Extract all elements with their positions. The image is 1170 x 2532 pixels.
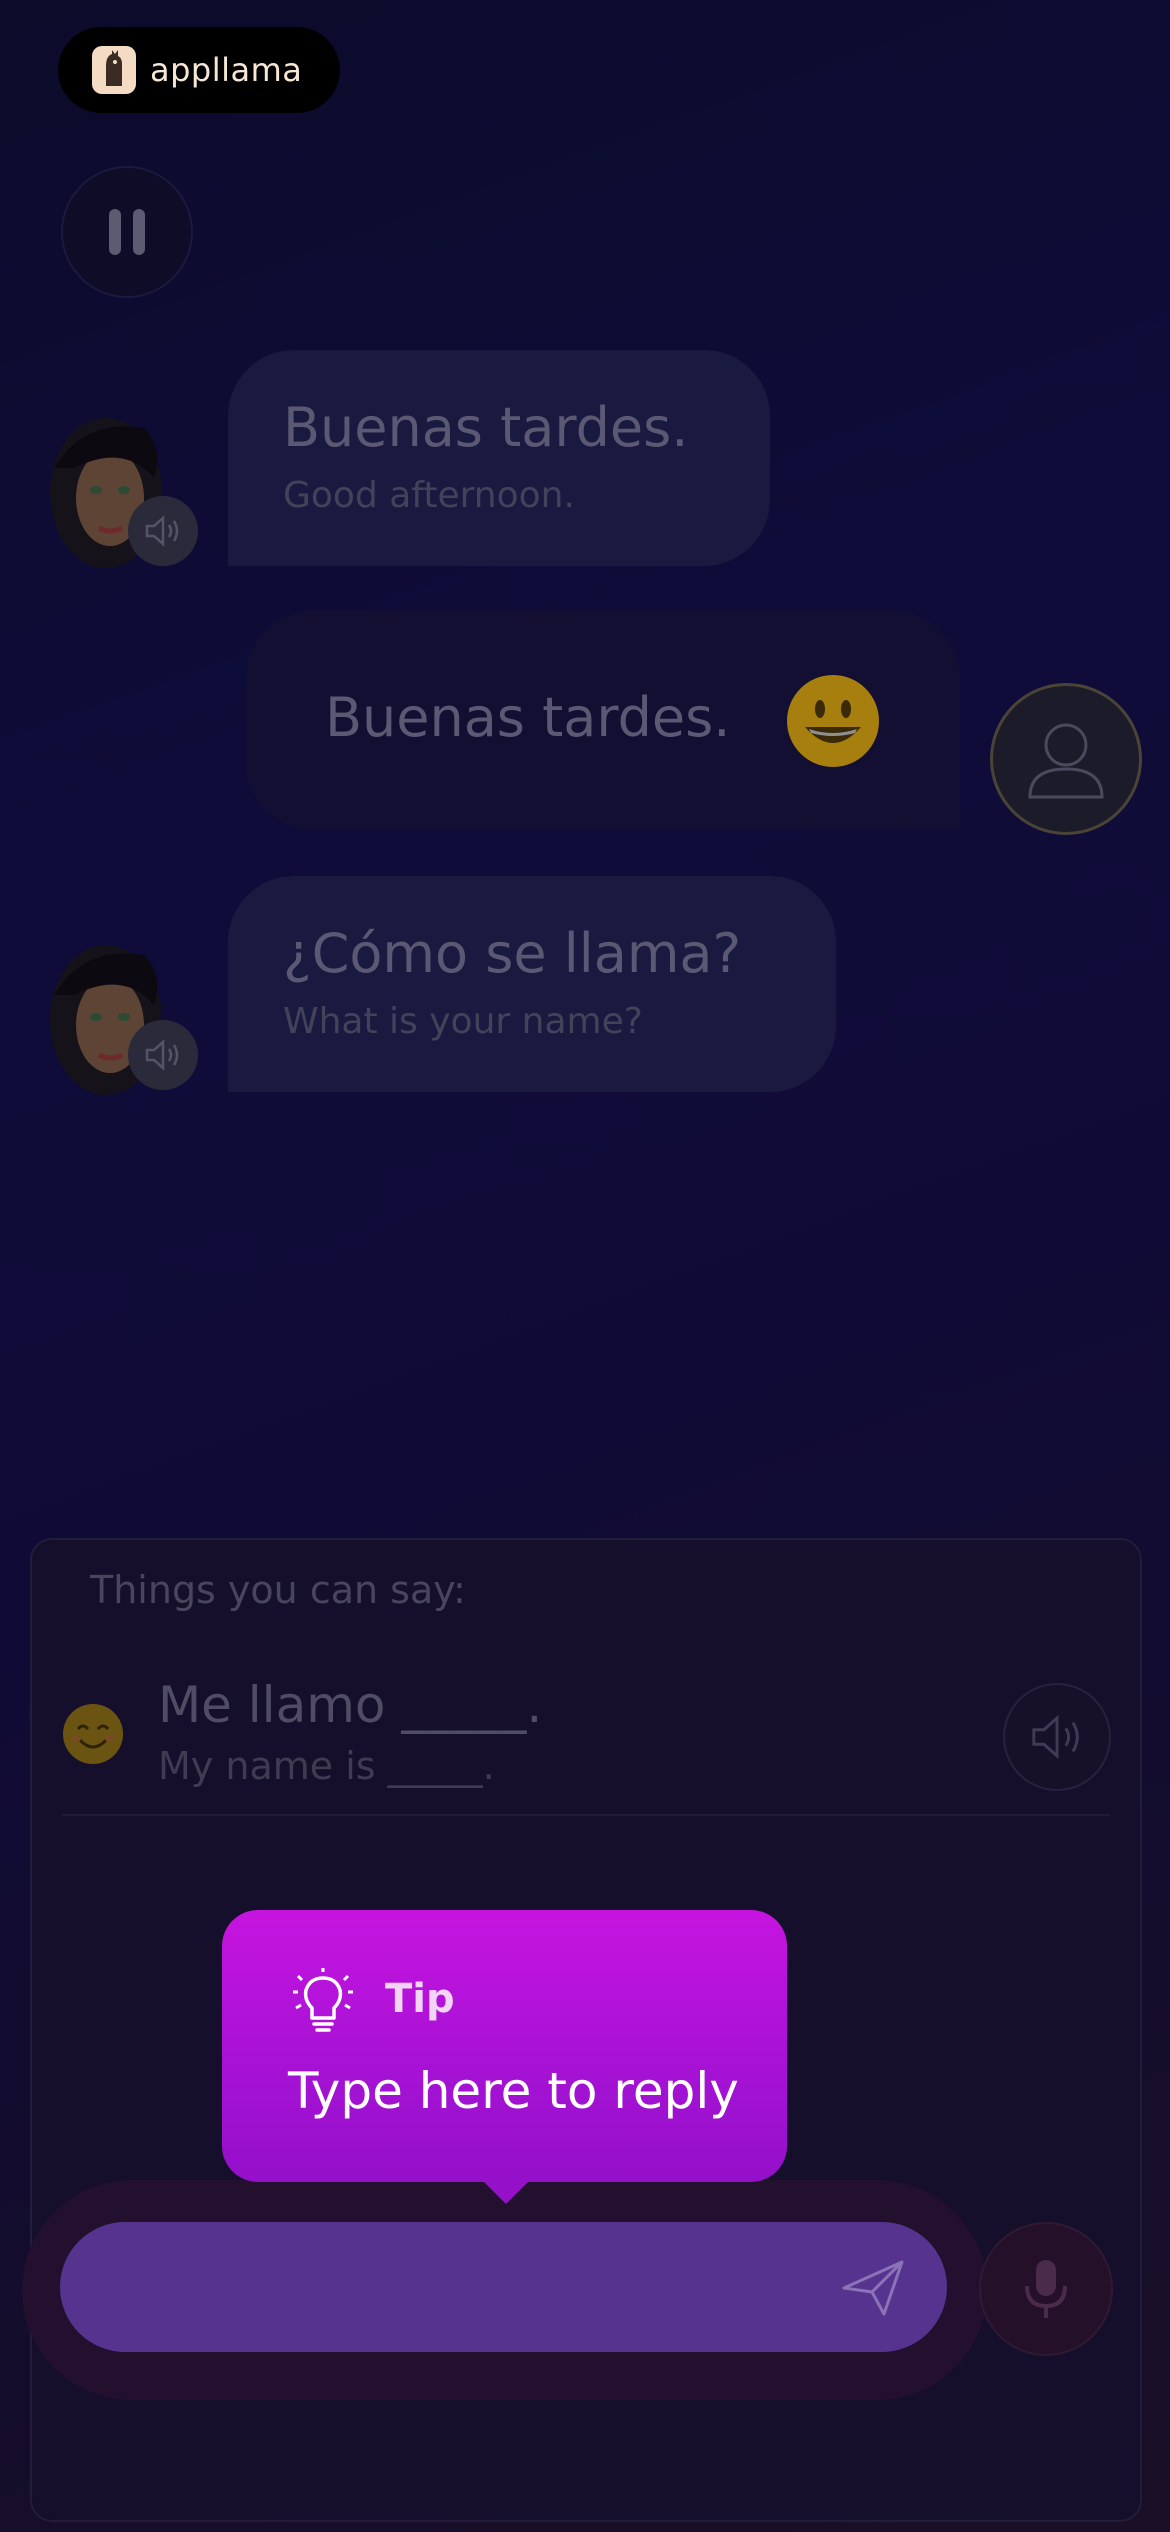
tip-label: Tip — [385, 1976, 455, 2022]
microphone-button[interactable] — [979, 2222, 1113, 2356]
smiling-face-emoji — [63, 1704, 123, 1764]
pause-button[interactable] — [61, 166, 193, 298]
message-translation: What is your name? — [283, 1001, 643, 1042]
user-icon — [1028, 723, 1104, 799]
pause-icon — [109, 209, 121, 255]
user-avatar — [990, 683, 1142, 835]
speaker-icon — [145, 515, 179, 547]
divider — [62, 1814, 1110, 1816]
llama-logo-icon — [92, 46, 136, 94]
tip-arrow — [480, 2178, 532, 2204]
app-logo: appllama — [58, 27, 340, 113]
lightbulb-icon — [293, 1968, 353, 2032]
message-text: Buenas tardes. — [283, 396, 689, 459]
send-icon[interactable] — [840, 2258, 906, 2318]
user-message-bubble: Buenas tardes. — [245, 610, 960, 830]
tutor-message-bubble: ¿Cómo se llama? What is your name? — [228, 876, 836, 1092]
microphone-icon — [1025, 2260, 1067, 2318]
tutor-message-bubble: Buenas tardes. Good afternoon. — [228, 350, 770, 566]
suggestions-title: Things you can say: — [90, 1568, 466, 1612]
reply-input[interactable] — [60, 2222, 947, 2352]
suggestion-play-audio-button[interactable] — [1003, 1683, 1111, 1791]
tip-text: Type here to reply — [288, 2062, 739, 2120]
speaker-icon — [145, 1039, 179, 1071]
tip-tooltip — [222, 1910, 787, 2182]
suggestion-translation: My name is _____. — [158, 1744, 495, 1788]
play-audio-button[interactable] — [128, 1020, 198, 1090]
play-audio-button[interactable] — [128, 496, 198, 566]
message-text: Buenas tardes. — [325, 686, 731, 749]
logo-text: appllama — [150, 51, 303, 89]
message-text: ¿Cómo se llama? — [283, 922, 742, 985]
grinning-face-emoji — [787, 675, 879, 767]
suggestion-text[interactable]: Me llamo _____. — [158, 1676, 542, 1734]
message-translation: Good afternoon. — [283, 475, 575, 516]
speaker-icon — [1032, 1714, 1079, 1760]
